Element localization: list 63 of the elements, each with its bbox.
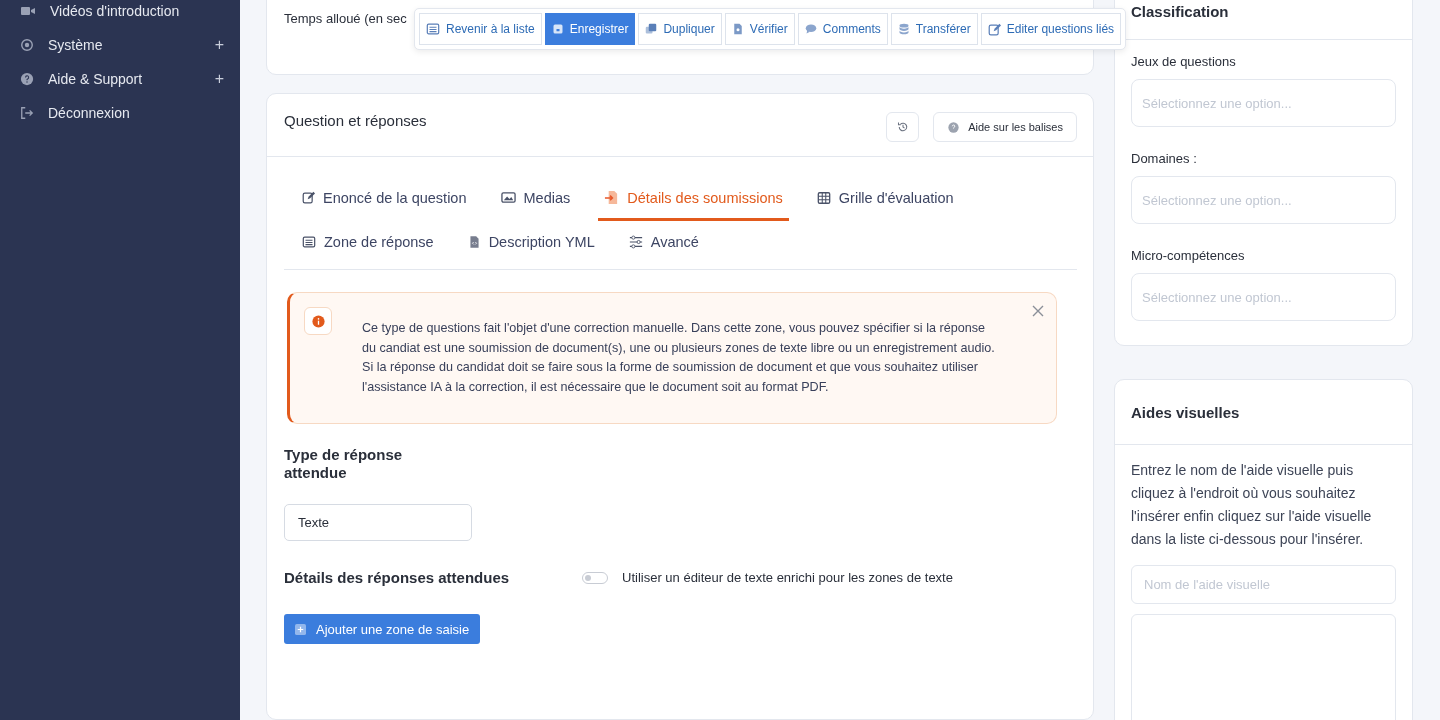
copy-icon — [645, 23, 658, 35]
section-label: Détails des réponses attendues — [284, 569, 511, 586]
tab[interactable]: Détails des soumissions — [598, 177, 789, 221]
tab[interactable]: Medias — [494, 177, 577, 221]
history-icon — [896, 121, 909, 133]
tab[interactable]: Zone de réponse — [296, 221, 440, 265]
toggle-switch[interactable] — [582, 571, 608, 584]
toolbar-button[interactable]: Dupliquer — [638, 13, 722, 45]
edit-icon — [302, 191, 315, 204]
tab[interactable]: Avancé — [622, 221, 705, 265]
toolbar-button[interactable]: Transférer — [890, 13, 978, 45]
logout-icon — [20, 106, 34, 120]
field-label: Jeux de questions — [1131, 54, 1237, 69]
select-field[interactable]: Texte — [284, 504, 472, 541]
toolbar-button[interactable]: Editer questions liés — [980, 13, 1122, 45]
tab[interactable]: Description YML — [461, 221, 601, 265]
toolbar-button[interactable]: Comments — [797, 13, 888, 45]
add-input-button[interactable]: Ajouter une zone de saisie — [284, 614, 481, 644]
list-icon — [302, 234, 316, 249]
database-icon — [897, 23, 910, 35]
tab[interactable]: Enoncé de la question — [296, 177, 473, 221]
field-label: Type de réponse attendue — [284, 446, 404, 482]
expand-toggle[interactable]: + — [214, 70, 226, 88]
sidebar-item[interactable]: Vidéos d'introduction — [0, 0, 240, 28]
field-label: Temps alloué (en sec — [284, 11, 407, 26]
help-icon — [20, 72, 34, 86]
input-field[interactable]: Nom de l'aide visuelle — [1131, 565, 1396, 604]
help-button[interactable]: Aide sur les balises — [933, 112, 1077, 142]
file-arrow-icon — [604, 190, 620, 205]
sidebar-item[interactable]: Système + — [0, 28, 240, 62]
close-icon[interactable] — [1032, 305, 1044, 317]
card-title: Question et réponses — [284, 112, 427, 129]
target-icon — [20, 38, 34, 52]
instructions-text: Entrez le nom de l'aide visuelle puis cliquez à l'endroit où vous souhaitez l'insérer enfin cliquez sur l'aide visuelle dans la liste ci-dessous pour l'insérer. — [1131, 461, 1373, 549]
edit-icon — [987, 22, 1001, 36]
card-title: Aides visuelles — [1131, 403, 1240, 421]
history-button[interactable] — [886, 112, 920, 142]
file-icon — [731, 23, 744, 35]
plus-icon — [295, 623, 306, 635]
select-field[interactable]: Sélectionnez une option... — [1131, 273, 1396, 321]
file-code-icon — [467, 234, 481, 249]
toggle-label: Utiliser un éditeur de texte enrichi pour les zones de texte — [622, 570, 953, 585]
card-title: Classification — [1131, 3, 1229, 20]
info-icon — [304, 307, 332, 335]
sliders-icon — [628, 234, 643, 249]
field-label: Domaines : — [1131, 151, 1198, 166]
image-icon — [500, 190, 516, 205]
select-field[interactable]: Sélectionnez une option... — [1131, 79, 1396, 127]
comment-icon — [804, 23, 817, 35]
toolbar-button[interactable]: Enregistrer — [544, 13, 636, 45]
toolbar-button[interactable]: Revenir à la liste — [419, 13, 542, 45]
sidebar-item[interactable]: Aide & Support + — [0, 62, 240, 96]
save-icon — [551, 23, 564, 35]
select-field[interactable]: Sélectionnez une option... — [1131, 176, 1396, 224]
table-icon — [816, 190, 831, 205]
list-icon — [426, 22, 440, 36]
toolbar-button[interactable]: Vérifier — [724, 13, 795, 45]
alert-message: Ce type de questions fait l'objet d'une correction manuelle. Dans cette zone, vous pouvez spécifier si la réponse du candiat est une soumission de document(s), une ou plusieurs zones de texte libre ou un enregistrement audio. Si la réponse du candidat doit se faire sous la forme de soumission de document et que vous souhaitez utiliser l'assistance IA à la correction, il est nécessaire que le document soit au format PDF. — [362, 320, 996, 396]
tab[interactable]: Grille d'évaluation — [810, 177, 960, 221]
field-label: Micro-compétences — [1131, 248, 1246, 263]
expand-toggle[interactable]: + — [214, 36, 226, 54]
help-icon — [948, 121, 960, 133]
sidebar-item[interactable]: Déconnexion — [0, 96, 240, 130]
